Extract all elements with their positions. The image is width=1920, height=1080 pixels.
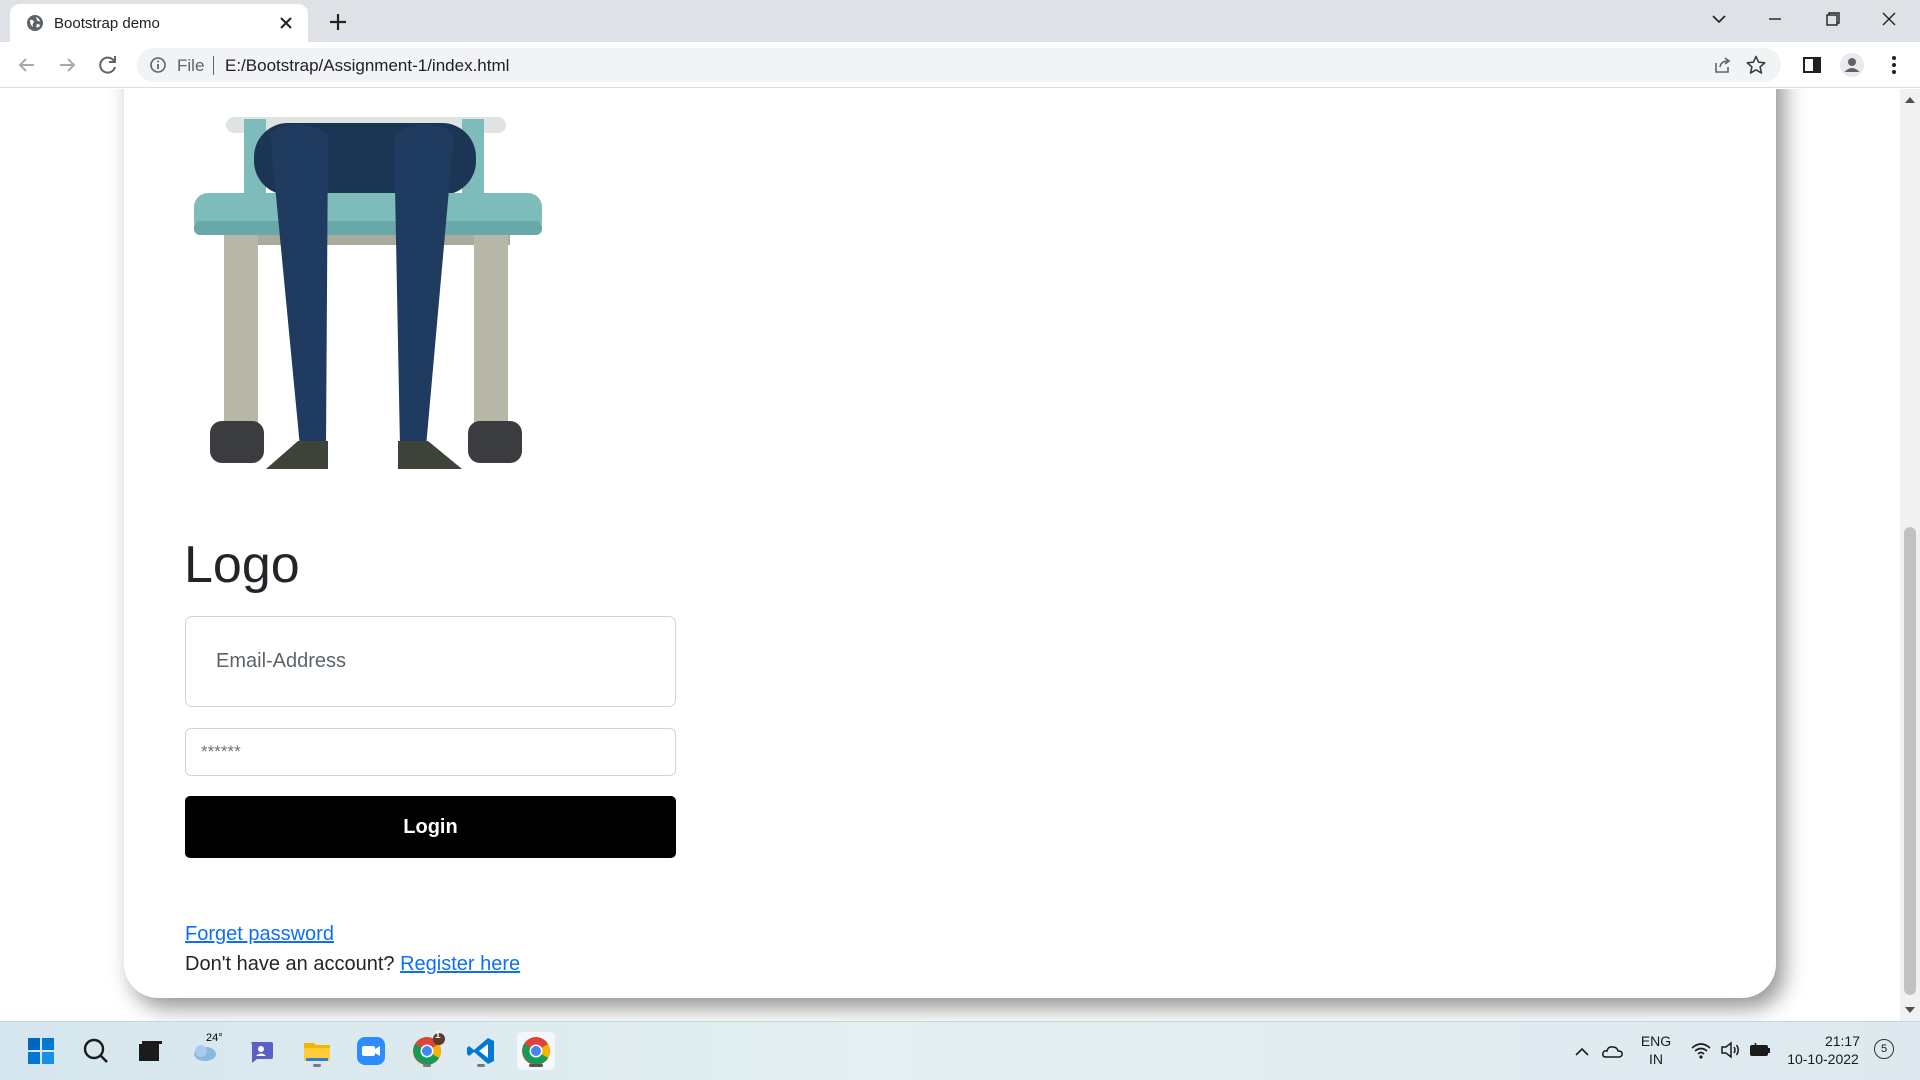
- register-link[interactable]: Register here: [400, 953, 520, 975]
- tab-bootstrap-demo[interactable]: Bootstrap demo: [10, 4, 308, 42]
- task-view-button[interactable]: [130, 1032, 168, 1070]
- screen: Bootstrap demo File E:/Bootstrap/Assignm…: [0, 0, 1920, 1080]
- start-button[interactable]: [22, 1032, 60, 1070]
- globe-icon: [27, 15, 43, 31]
- running-indicator: [477, 1064, 485, 1067]
- start-icon: [28, 1038, 54, 1064]
- logo-heading: Logo: [184, 536, 300, 594]
- tab-strip: Bootstrap demo: [0, 0, 1920, 42]
- login-card: Logo Login Forget password Don't have an…: [124, 89, 1776, 998]
- login-button[interactable]: Login: [185, 796, 676, 858]
- chrome-button[interactable]: [517, 1032, 555, 1070]
- back-icon[interactable]: [13, 51, 41, 79]
- address-separator: [213, 56, 214, 75]
- notification-count-badge[interactable]: 5: [1874, 1039, 1894, 1059]
- scroll-down-icon[interactable]: [1905, 1007, 1915, 1013]
- tab-search-icon[interactable]: [1696, 6, 1742, 32]
- register-prompt: Don't have an account? Register here: [185, 953, 520, 976]
- menu-kebab-icon[interactable]: [1882, 53, 1906, 77]
- password-field[interactable]: [185, 728, 676, 776]
- page-viewport: Logo Login Forget password Don't have an…: [0, 89, 1900, 1021]
- vertical-scrollbar[interactable]: [1900, 89, 1920, 1021]
- volume-icon[interactable]: [1719, 1040, 1741, 1060]
- side-panel-icon[interactable]: [1800, 53, 1824, 77]
- battery-charging-icon[interactable]: [1748, 1040, 1772, 1060]
- vscode-button[interactable]: [462, 1032, 500, 1070]
- info-icon[interactable]: [149, 56, 167, 74]
- browser-toolbar: File E:/Bootstrap/Assignment-1/index.htm…: [0, 42, 1920, 88]
- bookmark-star-icon[interactable]: [1745, 54, 1767, 76]
- teams-chat-button[interactable]: [242, 1032, 280, 1070]
- register-prompt-text: Don't have an account?: [185, 953, 395, 975]
- chrome-notification-badge: 1: [435, 1030, 441, 1041]
- close-window-icon[interactable]: [1866, 6, 1912, 32]
- clock-time: 21:17: [1824, 1033, 1860, 1049]
- teams-chat-icon: [251, 1042, 273, 1063]
- profile-avatar-icon[interactable]: [1840, 53, 1864, 77]
- forgot-password-link[interactable]: Forget password: [185, 923, 334, 946]
- show-hidden-icons-icon[interactable]: [1572, 1042, 1592, 1062]
- forward-icon[interactable]: [53, 51, 81, 79]
- new-tab-icon[interactable]: [324, 10, 352, 34]
- windows-taskbar: 24° 1 ENG IN 21:17 10-10-2022: [0, 1021, 1920, 1080]
- person-on-chair-illustration: [142, 89, 588, 473]
- wifi-icon[interactable]: [1690, 1040, 1712, 1060]
- language-code: ENG: [1640, 1033, 1672, 1049]
- share-icon[interactable]: [1713, 55, 1733, 75]
- address-bar[interactable]: File E:/Bootstrap/Assignment-1/index.htm…: [137, 48, 1781, 82]
- minimize-icon[interactable]: [1752, 6, 1798, 32]
- zoom-icon: [357, 1037, 385, 1065]
- scheme-label: File: [177, 56, 205, 75]
- scroll-up-icon[interactable]: [1905, 97, 1915, 103]
- tab-title: Bootstrap demo: [54, 15, 160, 32]
- region-code: IN: [1649, 1051, 1663, 1067]
- restore-icon[interactable]: [1810, 6, 1856, 32]
- reload-icon[interactable]: [94, 51, 122, 79]
- clock-date: 10-10-2022: [1787, 1051, 1859, 1067]
- weather-temperature: 24°: [206, 1032, 223, 1044]
- email-field[interactable]: [185, 616, 676, 707]
- search-button[interactable]: [77, 1032, 115, 1070]
- url-text[interactable]: E:/Bootstrap/Assignment-1/index.html: [225, 56, 509, 76]
- zoom-button[interactable]: [352, 1032, 390, 1070]
- search-icon: [83, 1038, 108, 1063]
- language-indicator[interactable]: ENG IN: [1636, 1032, 1676, 1068]
- onedrive-icon[interactable]: [1601, 1040, 1625, 1062]
- clock[interactable]: 21:17 10-10-2022: [1778, 1032, 1868, 1068]
- running-indicator: [313, 1064, 321, 1067]
- file-explorer-button[interactable]: [298, 1032, 336, 1070]
- close-tab-icon[interactable]: [276, 13, 296, 33]
- running-indicator: [423, 1064, 431, 1067]
- scrollbar-thumb[interactable]: [1904, 527, 1916, 995]
- active-indicator: [529, 1064, 543, 1067]
- task-view-icon: [139, 1041, 162, 1061]
